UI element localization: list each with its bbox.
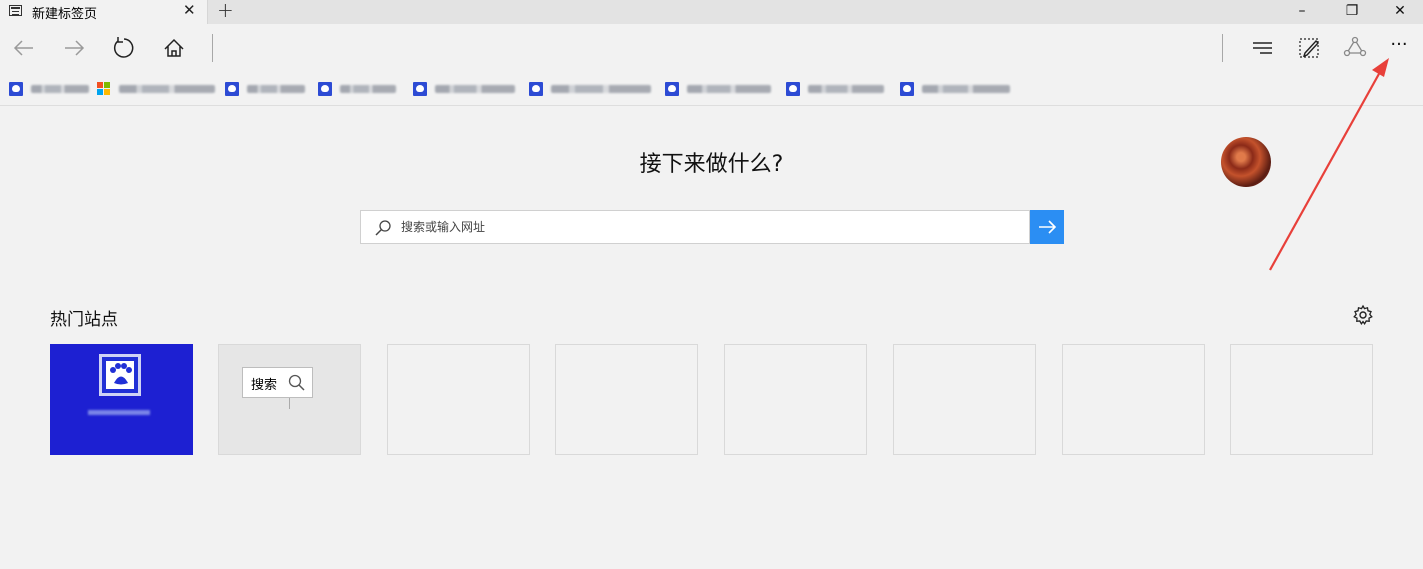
- top-site-tile-empty[interactable]: [555, 344, 698, 455]
- search-go-button[interactable]: [1030, 210, 1064, 244]
- favorite-label-blurred: [31, 85, 89, 93]
- more-button[interactable]: ···: [1384, 33, 1414, 63]
- favorite-item[interactable]: [9, 81, 89, 97]
- gear-icon[interactable]: [1352, 304, 1374, 326]
- search-input[interactable]: [401, 212, 1021, 242]
- home-button[interactable]: [159, 33, 189, 63]
- page-icon: [9, 5, 22, 16]
- tab-new-tab[interactable]: 新建标签页 ✕: [0, 0, 208, 24]
- badge-stem: [289, 398, 290, 409]
- new-tab-button[interactable]: +: [217, 0, 234, 22]
- favorite-item[interactable]: [97, 81, 215, 97]
- baidu-paw-icon: [99, 354, 141, 396]
- minimize-button[interactable]: –: [1279, 0, 1325, 24]
- forward-arrow-icon: [65, 40, 85, 56]
- top-site-tile-empty[interactable]: [387, 344, 530, 455]
- top-site-tile-baidu[interactable]: [50, 344, 193, 455]
- restore-button[interactable]: ❐: [1329, 0, 1375, 24]
- forward-button[interactable]: [59, 33, 89, 63]
- baidu-paw-icon: [900, 82, 914, 96]
- search-box[interactable]: [360, 210, 1030, 244]
- favorite-label-blurred: [435, 85, 515, 93]
- web-note-icon: [1299, 38, 1319, 58]
- baidu-paw-icon: [9, 82, 23, 96]
- favorite-item[interactable]: [318, 81, 398, 97]
- refresh-icon: [113, 37, 134, 58]
- top-site-tile-empty[interactable]: [893, 344, 1036, 455]
- windows-logo-icon: [97, 82, 111, 96]
- back-arrow-icon: [13, 40, 33, 56]
- window-close-button[interactable]: ✕: [1377, 0, 1423, 24]
- web-note-button[interactable]: [1294, 33, 1324, 63]
- magnifier-icon: [288, 374, 305, 391]
- favorite-label-blurred: [119, 85, 215, 93]
- baidu-paw-icon: [318, 82, 332, 96]
- hub-button[interactable]: [1248, 33, 1278, 63]
- arrow-right-icon: [1039, 220, 1057, 234]
- home-icon: [164, 38, 184, 57]
- top-site-tile-empty[interactable]: [1230, 344, 1373, 455]
- favorite-item[interactable]: [529, 81, 653, 97]
- baidu-paw-icon: [225, 82, 239, 96]
- tab-strip: 新建标签页 ✕ + – ❐ ✕: [0, 0, 1423, 24]
- favorites-bar: [0, 72, 1423, 106]
- search-badge-label: 搜索: [251, 378, 278, 393]
- tab-title: 新建标签页: [32, 7, 98, 22]
- favorite-item[interactable]: [225, 81, 307, 97]
- back-button[interactable]: [9, 33, 39, 63]
- favorite-item[interactable]: [413, 81, 517, 97]
- refresh-button[interactable]: [108, 33, 138, 63]
- baidu-paw-icon: [413, 82, 427, 96]
- top-sites-title: 热门站点: [50, 310, 118, 330]
- top-site-tile-search[interactable]: 搜索: [218, 344, 361, 455]
- share-icon: [1343, 36, 1367, 57]
- navigation-bar: ···: [0, 24, 1423, 72]
- top-site-tile-empty[interactable]: [1062, 344, 1205, 455]
- top-site-tile-empty[interactable]: [724, 344, 867, 455]
- hub-icon: [1253, 42, 1272, 54]
- favorite-label-blurred: [247, 85, 305, 93]
- favorite-item[interactable]: [786, 81, 886, 97]
- toolbar-divider: [1222, 34, 1223, 62]
- favorite-label-blurred: [687, 85, 771, 93]
- favorite-item[interactable]: [900, 81, 1012, 97]
- baidu-paw-icon: [786, 82, 800, 96]
- avatar[interactable]: [1221, 137, 1271, 187]
- search-badge: 搜索: [242, 367, 313, 398]
- baidu-paw-icon: [529, 82, 543, 96]
- share-button[interactable]: [1340, 33, 1370, 63]
- favorite-item[interactable]: [665, 81, 773, 97]
- favorite-label-blurred: [551, 85, 651, 93]
- tab-close-button[interactable]: ✕: [183, 1, 196, 19]
- favorite-label-blurred: [922, 85, 1010, 93]
- baidu-paw-icon: [665, 82, 679, 96]
- favorite-label-blurred: [808, 85, 884, 93]
- search-icon: [375, 220, 391, 236]
- address-bar-divider: [212, 34, 213, 62]
- favorite-label-blurred: [340, 85, 396, 93]
- page-headline: 接下来做什么?: [639, 152, 784, 177]
- tile-label-blurred: [88, 410, 150, 415]
